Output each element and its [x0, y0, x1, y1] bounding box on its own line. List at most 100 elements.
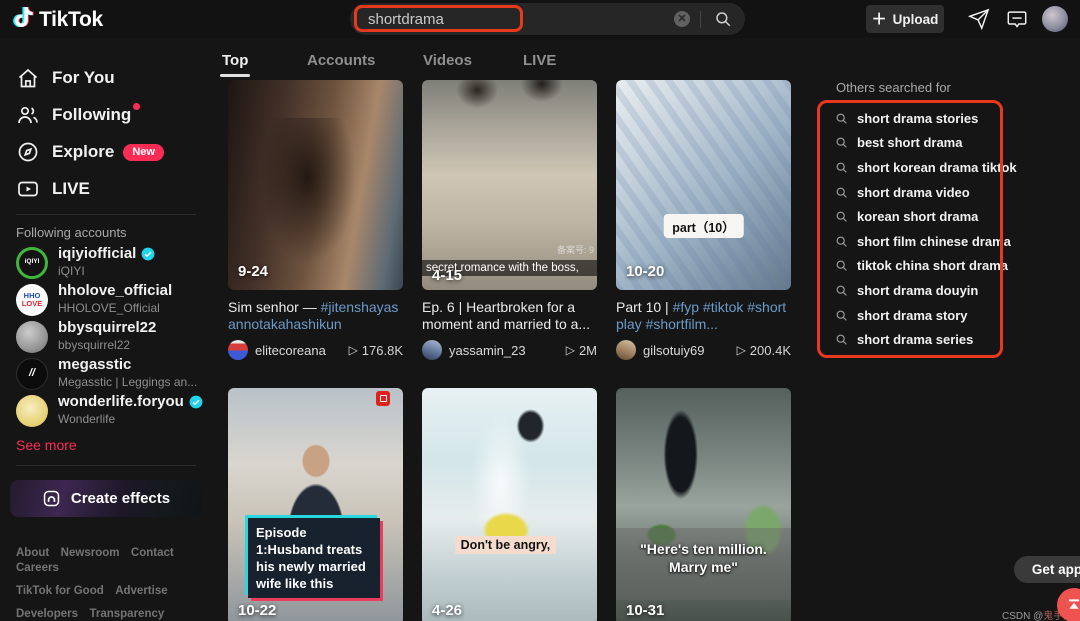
- search-icon: [835, 136, 848, 149]
- video-thumbnail[interactable]: 9-24: [228, 80, 403, 290]
- get-app-button[interactable]: Get app: [1014, 556, 1080, 583]
- verified-badge-icon: [141, 247, 155, 261]
- profile-avatar[interactable]: [1042, 6, 1068, 32]
- search-suggestions-list: short drama stories best short drama sho…: [818, 106, 1002, 352]
- video-meta: elitecoreana ▷176.8K: [228, 340, 403, 360]
- video-thumbnail[interactable]: "Here's ten million. Marry me" 10-31: [616, 388, 791, 621]
- search-icon: [835, 333, 848, 346]
- footer-link-careers[interactable]: Careers: [16, 561, 59, 575]
- see-more-link[interactable]: See more: [16, 437, 212, 453]
- suggestion-best-short-drama[interactable]: best short drama: [818, 131, 1002, 156]
- video-thumbnail[interactable]: 备案号: 9 secret romance with the boss, 4-1…: [422, 80, 597, 290]
- footer-link-contact[interactable]: Contact: [131, 546, 174, 560]
- search-icon: [835, 284, 848, 297]
- suggestion-short-drama-video[interactable]: short drama video: [818, 180, 1002, 205]
- upload-button[interactable]: ＋ Upload: [866, 5, 944, 33]
- suggestion-short-drama-series[interactable]: short drama series: [818, 327, 1002, 352]
- messages-icon[interactable]: [1006, 8, 1028, 30]
- video-thumbnail[interactable]: Don't be angry, 4-26: [422, 388, 597, 621]
- tab-videos[interactable]: Videos: [423, 52, 472, 69]
- tiktok-note-icon: [12, 5, 36, 34]
- search-icon: [835, 161, 848, 174]
- thumbnail-quote: "Here's ten million. Marry me": [616, 540, 791, 576]
- footer-link-developers[interactable]: Developers: [16, 607, 78, 621]
- creator-username[interactable]: elitecoreana: [255, 343, 342, 358]
- following-users-icon: [16, 103, 40, 127]
- tab-accounts[interactable]: Accounts: [307, 52, 375, 69]
- video-caption[interactable]: Part 10 | #fyp #tiktok #shortplay #short…: [616, 299, 791, 333]
- sidebar-item-for-you[interactable]: For You: [8, 62, 204, 94]
- inbox-plane-icon[interactable]: [968, 8, 990, 30]
- notification-dot: [133, 103, 140, 110]
- tab-top[interactable]: Top: [222, 52, 248, 69]
- suggestion-short-drama-stories[interactable]: short drama stories: [818, 106, 1002, 131]
- account-megasstic[interactable]: // megasstic Megasstic | Leggings an...: [0, 355, 212, 392]
- search-icon: [835, 259, 848, 272]
- video-caption[interactable]: Sim senhor — #jitenshayasannotakahashiku…: [228, 299, 403, 333]
- footer-link-about[interactable]: About: [16, 546, 49, 560]
- account-avatar: [16, 321, 48, 353]
- suggestion-tiktok-china-short-drama[interactable]: tiktok china short drama: [818, 254, 1002, 279]
- sidebar-divider: [16, 465, 196, 466]
- account-avatar: HHOLOVE: [16, 284, 48, 316]
- search-input[interactable]: shortdrama: [350, 11, 674, 28]
- active-tab-underline: [220, 74, 250, 77]
- sidebar-item-live[interactable]: LIVE: [8, 173, 204, 205]
- back-to-top-icon: [1065, 596, 1080, 614]
- suggestion-short-drama-story[interactable]: short drama story: [818, 303, 1002, 328]
- footer-link-transparency[interactable]: Transparency: [89, 607, 164, 621]
- account-iqiyiofficial[interactable]: iQIYI iqiyiofficial iQIYI: [0, 244, 212, 281]
- creator-avatar[interactable]: [616, 340, 636, 360]
- search-bar[interactable]: shortdrama ✕: [350, 3, 745, 35]
- footer-link-newsroom[interactable]: Newsroom: [61, 546, 120, 560]
- tiktok-search-page: TikTok shortdrama ✕ ＋ Upload For You: [0, 0, 1080, 621]
- creator-username[interactable]: gilsotuiy69: [643, 343, 730, 358]
- creator-avatar[interactable]: [422, 340, 442, 360]
- results-row-2: Episode 1:Husband treats his newly marri…: [228, 388, 791, 621]
- footer-link-advertise[interactable]: Advertise: [115, 584, 167, 598]
- search-icon: [835, 309, 848, 322]
- back-to-top-button[interactable]: [1057, 588, 1080, 621]
- suggestion-short-korean-drama-tiktok[interactable]: short korean drama tiktok: [818, 155, 1002, 180]
- sidebar-item-explore[interactable]: ExploreNew: [8, 136, 204, 168]
- footer-link-tiktok-for-good[interactable]: TikTok for Good: [16, 584, 104, 598]
- others-searched-header: Others searched for: [836, 80, 951, 95]
- account-hholove-official[interactable]: HHOLOVE hholove_official HHOLOVE_Officia…: [0, 281, 212, 318]
- account-bbysquirrel22[interactable]: bbysquirrel22 bbysquirrel22: [0, 318, 212, 355]
- search-icon: [835, 235, 848, 248]
- results-row-1: 9-24 Sim senhor — #jitenshayasannotakaha…: [228, 80, 791, 360]
- video-card: part（10） 10-20 Part 10 | #fyp #tiktok #s…: [616, 80, 791, 360]
- video-thumbnail[interactable]: part（10） 10-20: [616, 80, 791, 290]
- play-count-icon: ▷: [349, 343, 358, 357]
- play-count-icon: ▷: [737, 343, 746, 357]
- search-icon: [835, 210, 848, 223]
- suggestion-short-film-chinese-drama[interactable]: short film chinese drama: [818, 229, 1002, 254]
- view-count: 200.4K: [750, 343, 791, 358]
- compass-icon: [16, 140, 40, 164]
- account-avatar: [16, 395, 48, 427]
- suggestion-korean-short-drama[interactable]: korean short drama: [818, 204, 1002, 229]
- plus-icon: ＋: [872, 12, 887, 27]
- creator-username[interactable]: yassamin_23: [449, 343, 559, 358]
- video-date: 10-31: [626, 602, 664, 619]
- live-icon: [16, 177, 40, 201]
- top-bar: TikTok shortdrama ✕ ＋ Upload: [0, 0, 1080, 38]
- video-card: Don't be angry, 4-26: [422, 388, 597, 621]
- sidebar-divider: [16, 214, 196, 215]
- creator-avatar[interactable]: [228, 340, 248, 360]
- tiktok-logo[interactable]: TikTok: [12, 5, 103, 34]
- following-accounts-header: Following accounts: [16, 225, 212, 240]
- video-thumbnail[interactable]: Episode 1:Husband treats his newly marri…: [228, 388, 403, 621]
- account-wonderlife-foryou[interactable]: wonderlife.foryou Wonderlife: [0, 392, 212, 429]
- tab-live[interactable]: LIVE: [523, 52, 556, 69]
- video-caption[interactable]: Ep. 6 | Heartbroken for a moment and mar…: [422, 299, 597, 333]
- search-icon: [714, 10, 732, 28]
- video-date: 4-26: [432, 602, 462, 619]
- suggestion-short-drama-douyin[interactable]: short drama douyin: [818, 278, 1002, 303]
- create-effects-button[interactable]: Create effects: [10, 480, 202, 517]
- sidebar-item-following[interactable]: Following: [8, 99, 204, 131]
- clear-search-icon[interactable]: ✕: [674, 11, 690, 27]
- search-submit-button[interactable]: [701, 3, 745, 35]
- video-date: 4-15: [432, 267, 462, 284]
- video-card: "Here's ten million. Marry me" 10-31: [616, 388, 791, 621]
